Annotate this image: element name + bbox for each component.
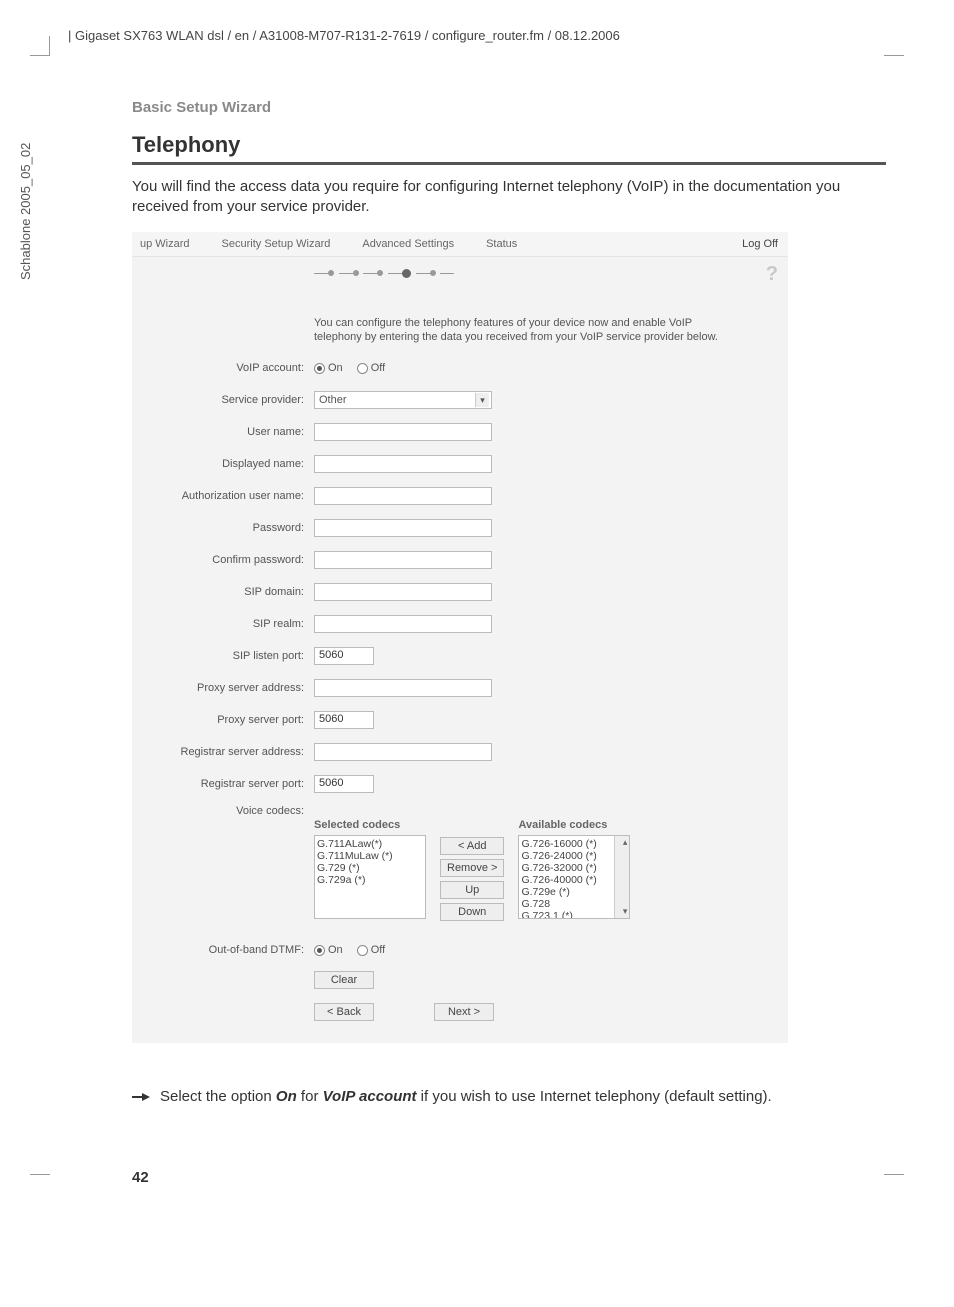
available-codecs-list[interactable]: ▴ ▾ G.726-16000 (*) G.726-24000 (*) G.72… [518, 835, 630, 919]
label-proxy-port: Proxy server port: [138, 714, 314, 726]
dtmf-on-radio[interactable]: On [314, 944, 343, 956]
proxy-port-input[interactable]: 5060 [314, 711, 374, 729]
list-item[interactable]: G.726-24000 (*) [521, 850, 627, 862]
list-item[interactable]: G.711MuLaw (*) [317, 850, 423, 862]
list-item[interactable]: G.726-32000 (*) [521, 862, 627, 874]
section-rule [132, 162, 886, 165]
label-registrar-port: Registrar server port: [138, 778, 314, 790]
tab-security-wizard[interactable]: Security Setup Wizard [218, 238, 359, 250]
label-password: Password: [138, 522, 314, 534]
label-sip-realm: SIP realm: [138, 618, 314, 630]
label-confirm-password: Confirm password: [138, 554, 314, 566]
label-username: User name: [138, 426, 314, 438]
crop-mark [30, 1174, 50, 1194]
selected-codecs-list[interactable]: G.711ALaw(*) G.711MuLaw (*) G.729 (*) G.… [314, 835, 426, 919]
auth-user-input[interactable] [314, 487, 492, 505]
instruction-bullet: Select the option On for VoIP account if… [132, 1087, 886, 1109]
down-button[interactable]: Down [440, 903, 504, 921]
dtmf-off-radio[interactable]: Off [357, 944, 385, 956]
list-item[interactable]: G.728 [521, 898, 627, 910]
service-provider-select[interactable]: Other ▾ [314, 391, 492, 409]
next-button[interactable]: Next > [434, 1003, 494, 1021]
side-template-label: Schablone 2005_05_02 [18, 143, 33, 280]
label-voice-codecs: Voice codecs: [138, 805, 314, 817]
voip-on-radio[interactable]: On [314, 362, 343, 374]
sip-listen-port-input[interactable]: 5060 [314, 647, 374, 665]
tab-setup-wizard[interactable]: up Wizard [136, 238, 218, 250]
help-icon[interactable]: ? [766, 263, 778, 286]
sip-realm-input[interactable] [314, 615, 492, 633]
document-path: | Gigaset SX763 WLAN dsl / en / A31008-M… [68, 28, 894, 47]
tab-advanced[interactable]: Advanced Settings [358, 238, 482, 250]
add-button[interactable]: < Add [440, 837, 504, 855]
crop-mark [30, 36, 50, 56]
instruction-text: Select the option On for VoIP account if… [160, 1087, 772, 1109]
section-title: Telephony [132, 132, 886, 158]
label-voip-account: VoIP account: [138, 362, 314, 374]
back-button[interactable]: < Back [314, 1003, 374, 1021]
label-sip-listen-port: SIP listen port: [138, 650, 314, 662]
label-service-provider: Service provider: [138, 394, 314, 406]
registrar-addr-input[interactable] [314, 743, 492, 761]
voip-off-radio[interactable]: Off [357, 362, 385, 374]
list-item[interactable]: G.729e (*) [521, 886, 627, 898]
wizard-label: Basic Setup Wizard [132, 99, 886, 116]
logoff-link[interactable]: Log Off [742, 238, 784, 250]
label-proxy-addr: Proxy server address: [138, 682, 314, 694]
remove-button[interactable]: Remove > [440, 859, 504, 877]
chevron-down-icon: ▾ [475, 393, 489, 407]
router-ui: up Wizard Security Setup Wizard Advanced… [132, 232, 788, 1044]
label-displayed-name: Displayed name: [138, 458, 314, 470]
proxy-addr-input[interactable] [314, 679, 492, 697]
available-codecs-title: Available codecs [518, 819, 630, 831]
crop-mark [884, 1174, 904, 1194]
clear-button[interactable]: Clear [314, 971, 374, 989]
config-description: You can configure the telephony features… [314, 316, 734, 346]
scroll-up-icon[interactable]: ▴ [623, 837, 628, 848]
displayed-name-input[interactable] [314, 455, 492, 473]
arrow-right-icon [132, 1087, 150, 1109]
list-item[interactable]: G.723.1 (*) [521, 910, 627, 919]
sip-domain-input[interactable] [314, 583, 492, 601]
label-oob-dtmf: Out-of-band DTMF: [138, 944, 314, 956]
password-input[interactable] [314, 519, 492, 537]
router-tabs: up Wizard Security Setup Wizard Advanced… [132, 232, 788, 256]
list-item[interactable]: G.726-16000 (*) [521, 838, 627, 850]
tab-status[interactable]: Status [482, 238, 545, 250]
list-item[interactable]: G.729 (*) [317, 862, 423, 874]
label-registrar-addr: Registrar server address: [138, 746, 314, 758]
list-item[interactable]: G.729a (*) [317, 874, 423, 886]
username-input[interactable] [314, 423, 492, 441]
label-sip-domain: SIP domain: [138, 586, 314, 598]
crop-mark [884, 36, 904, 56]
label-auth-user: Authorization user name: [138, 490, 314, 502]
page-number: 42 [132, 1169, 886, 1186]
service-provider-value: Other [319, 394, 347, 406]
up-button[interactable]: Up [440, 881, 504, 899]
selected-codecs-title: Selected codecs [314, 819, 426, 831]
list-item[interactable]: G.711ALaw(*) [317, 838, 423, 850]
registrar-port-input[interactable]: 5060 [314, 775, 374, 793]
scroll-down-icon[interactable]: ▾ [623, 906, 628, 917]
confirm-password-input[interactable] [314, 551, 492, 569]
wizard-steps [314, 265, 774, 280]
list-item[interactable]: G.726-40000 (*) [521, 874, 627, 886]
intro-text: You will find the access data you requir… [132, 177, 886, 218]
